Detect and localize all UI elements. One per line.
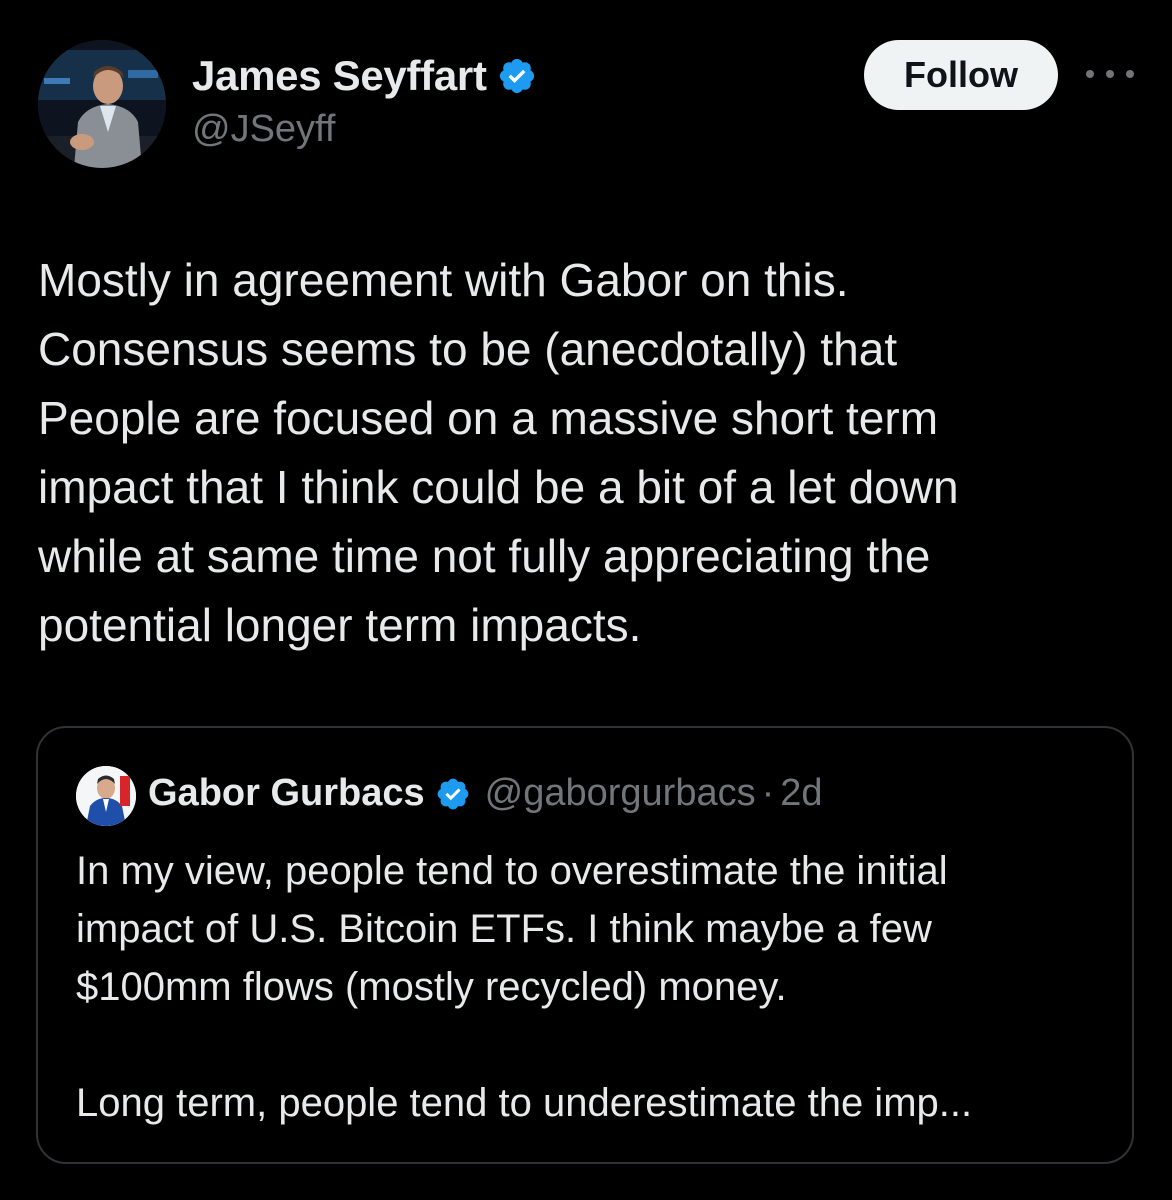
more-dot xyxy=(1106,70,1114,78)
author-name-row: James Seyffart xyxy=(192,52,537,100)
quote-text-line: Long term, people tend to underestimate … xyxy=(76,1081,973,1125)
quote-separator: · xyxy=(761,772,775,814)
tweet-text-line: while at same time not fully appreciatin… xyxy=(38,530,931,582)
quote-text-line: In my view, people tend to overestimate … xyxy=(76,849,948,893)
tweet-text-line: Mostly in agreement with Gabor on this. xyxy=(38,254,849,306)
quote-text-blank-line xyxy=(76,1016,1106,1074)
more-dot xyxy=(1086,70,1094,78)
tweet-text: Mostly in agreement with Gabor on this. … xyxy=(38,246,1138,660)
tweet-text-line: People are focused on a massive short te… xyxy=(38,392,939,444)
tweet-text-line: Consensus seems to be (anecdotally) that xyxy=(38,323,898,375)
quote-verified-badge-icon xyxy=(437,778,469,809)
author-handle[interactable]: @JSeyff xyxy=(192,108,335,151)
quote-text-line: $100mm flows (mostly recycled) money. xyxy=(76,965,787,1009)
author-avatar-image xyxy=(38,40,166,168)
quote-author-handle[interactable]: @gaborgurbacs xyxy=(485,772,756,815)
author-display-name[interactable]: James Seyffart xyxy=(192,52,487,100)
quote-avatar-image xyxy=(76,766,136,826)
more-dot xyxy=(1126,70,1134,78)
quote-text-line: impact of U.S. Bitcoin ETFs. I think may… xyxy=(76,907,932,951)
tweet-text-line: potential longer term impacts. xyxy=(38,599,642,651)
quote-author-name[interactable]: Gabor Gurbacs xyxy=(148,772,425,815)
more-horizontal-icon[interactable] xyxy=(1086,62,1134,86)
verified-badge-icon[interactable] xyxy=(497,56,537,96)
quoted-tweet-card[interactable]: Gabor Gurbacs @gaborgurbacs · 2d In my v… xyxy=(36,726,1134,1164)
quote-header: Gabor Gurbacs @gaborgurbacs · 2d xyxy=(148,772,823,815)
author-avatar[interactable] xyxy=(38,40,166,168)
follow-button[interactable]: Follow xyxy=(864,40,1058,110)
quote-timestamp[interactable]: 2d xyxy=(780,772,822,815)
quote-author-avatar[interactable] xyxy=(76,766,136,826)
tweet-container: James Seyffart @JSeyff Follow Mostly in … xyxy=(0,0,1172,1200)
quote-text: In my view, people tend to overestimate … xyxy=(76,842,1106,1132)
tweet-text-line: impact that I think could be a bit of a … xyxy=(38,461,959,513)
